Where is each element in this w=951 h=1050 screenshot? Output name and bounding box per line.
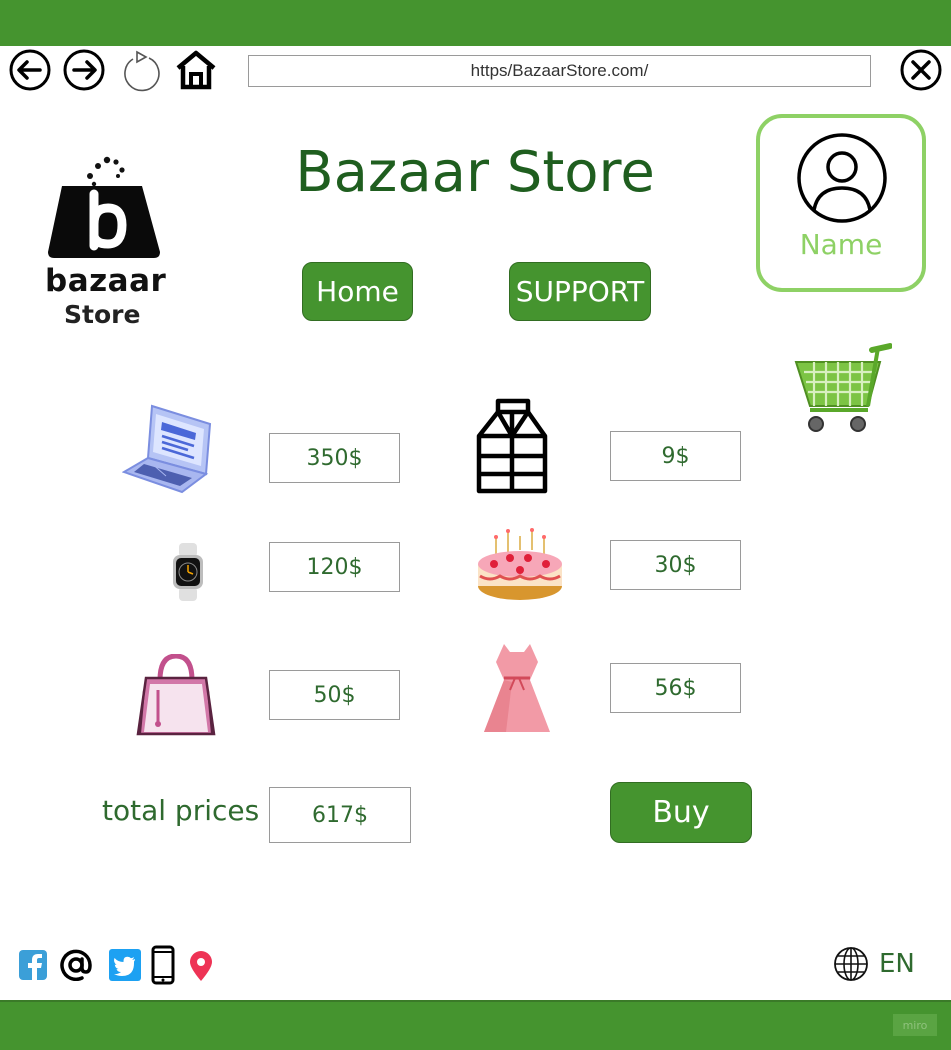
close-button[interactable] [899, 48, 943, 92]
logo-wordmark-store: Store [64, 300, 141, 329]
product-milk[interactable] [476, 398, 548, 494]
price-field: 350$ [269, 433, 400, 483]
facebook-link[interactable] [18, 949, 48, 981]
url-text: https/BazaarStore.com/ [470, 61, 649, 80]
arrow-right-icon [63, 49, 105, 91]
forward-button[interactable] [62, 48, 106, 92]
buy-button[interactable]: Buy [610, 782, 752, 843]
reload-icon [124, 50, 160, 92]
smartwatch-icon [173, 543, 203, 601]
language-code: EN [879, 949, 915, 979]
phone-link[interactable] [151, 945, 175, 985]
arrow-left-icon [9, 49, 51, 91]
logo-wordmark-bazaar: bazaar [45, 263, 167, 299]
map-pin-icon [190, 951, 212, 981]
price-field: 120$ [269, 542, 400, 592]
laptop-icon [121, 404, 212, 494]
at-sign-icon [60, 949, 92, 982]
top-bar [0, 0, 951, 46]
language-selector[interactable]: EN [833, 946, 915, 982]
phone-icon [151, 945, 175, 985]
price-field: 56$ [610, 663, 741, 713]
miro-watermark: miro [893, 1014, 937, 1036]
product-smartwatch[interactable] [170, 543, 206, 601]
dress-icon [484, 644, 550, 732]
total-field: 617$ [269, 787, 411, 843]
twitter-icon [109, 949, 141, 981]
reload-button[interactable] [119, 48, 163, 92]
address-bar[interactable]: https/BazaarStore.com/ [248, 55, 871, 87]
support-button[interactable]: SUPPORT [509, 262, 651, 321]
bottom-bar: miro [0, 1000, 951, 1050]
milk-carton-icon [476, 398, 548, 494]
cake-icon [478, 528, 562, 600]
profile-card[interactable]: Name [756, 114, 926, 292]
back-button[interactable] [8, 48, 52, 92]
home-browser-button[interactable] [174, 48, 218, 92]
email-link[interactable] [60, 949, 92, 982]
location-link[interactable] [188, 950, 214, 982]
cart-button[interactable] [792, 342, 893, 434]
product-handbag[interactable] [136, 653, 216, 738]
total-label: total prices [102, 794, 260, 827]
house-icon [176, 50, 216, 90]
profile-name: Name [799, 228, 883, 261]
price-field: 9$ [610, 431, 741, 481]
product-laptop[interactable] [121, 402, 214, 494]
page-title: Bazaar Store [295, 140, 655, 205]
shopping-cart-icon [794, 343, 893, 432]
facebook-icon [19, 950, 47, 980]
twitter-link[interactable] [108, 948, 142, 982]
handbag-icon [136, 653, 216, 736]
home-button[interactable]: Home [302, 262, 413, 321]
shopping-bag-logo-icon [48, 156, 160, 258]
close-icon [900, 49, 942, 91]
product-dress[interactable] [482, 642, 552, 734]
globe-icon [834, 947, 868, 981]
user-avatar-icon [797, 133, 887, 223]
price-field: 30$ [610, 540, 741, 590]
store-logo[interactable]: bazaar Store [38, 150, 178, 335]
price-field: 50$ [269, 670, 400, 720]
product-cake[interactable] [476, 528, 564, 604]
